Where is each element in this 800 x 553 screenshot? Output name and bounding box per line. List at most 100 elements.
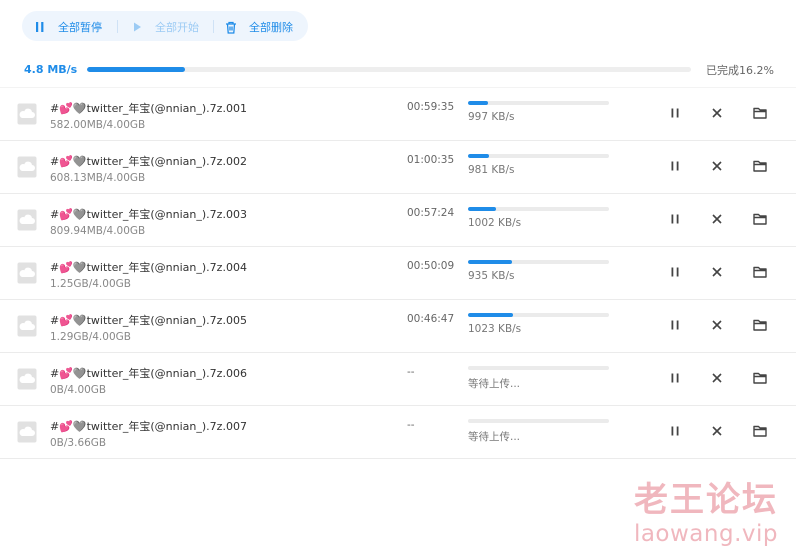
- transfer-rate: 981 KB/s: [468, 164, 515, 176]
- file-name: #💕🩶twitter_年宝(@nnian_).7z.003: [50, 208, 247, 221]
- download-row[interactable]: #💕🩶twitter_年宝(@nnian_).7z.003 809.94MB/4.…: [0, 194, 796, 247]
- cloud-file-icon: [17, 156, 37, 178]
- cancel-button[interactable]: [708, 157, 726, 175]
- folder-icon: [753, 319, 767, 331]
- cancel-button[interactable]: [708, 263, 726, 281]
- file-name: #💕🩶twitter_年宝(@nnian_).7z.007: [50, 420, 247, 433]
- download-row[interactable]: #💕🩶twitter_年宝(@nnian_).7z.005 1.29GB/4.00…: [0, 300, 796, 353]
- pause-button[interactable]: [666, 369, 684, 387]
- cancel-button[interactable]: [708, 316, 726, 334]
- close-icon: [712, 373, 722, 383]
- transfer-rate: 等待上传...: [468, 378, 521, 390]
- pause-all-button[interactable]: 全部暂停: [35, 19, 102, 35]
- pause-button[interactable]: [666, 157, 684, 175]
- cloud-file-icon: [17, 315, 37, 337]
- file-name: #💕🩶twitter_年宝(@nnian_).7z.001: [50, 102, 247, 115]
- open-folder-button[interactable]: [751, 157, 769, 175]
- open-folder-button[interactable]: [751, 104, 769, 122]
- file-size: 0B/3.66GB: [50, 437, 107, 449]
- cloud-file-icon: [17, 103, 37, 125]
- start-all-button[interactable]: 全部开始: [132, 19, 199, 35]
- delete-all-label: 全部删除: [249, 21, 293, 34]
- row-progress-fill: [468, 154, 490, 158]
- pause-icon: [671, 426, 679, 436]
- file-size: 1.25GB/4.00GB: [50, 278, 131, 290]
- delete-all-button[interactable]: 全部删除: [225, 19, 293, 35]
- watermark: 老王论坛 laowang.vip: [634, 472, 778, 547]
- total-progress-bar: [87, 67, 691, 72]
- pause-icon: [671, 108, 679, 118]
- close-icon: [712, 320, 722, 330]
- pause-button[interactable]: [666, 263, 684, 281]
- trash-icon: [226, 21, 236, 34]
- pause-button[interactable]: [666, 316, 684, 334]
- file-size: 608.13MB/4.00GB: [50, 172, 146, 184]
- open-folder-button[interactable]: [751, 210, 769, 228]
- toolbar-divider: [117, 20, 118, 33]
- file-name: #💕🩶twitter_年宝(@nnian_).7z.004: [50, 261, 247, 274]
- download-row[interactable]: #💕🩶twitter_年宝(@nnian_).7z.004 1.25GB/4.00…: [0, 247, 796, 300]
- file-size: 0B/4.00GB: [50, 384, 107, 396]
- row-progress-fill: [468, 101, 488, 105]
- cancel-button[interactable]: [708, 422, 726, 440]
- transfer-rate: 1002 KB/s: [468, 217, 522, 229]
- close-icon: [712, 214, 722, 224]
- folder-icon: [753, 425, 767, 437]
- download-list: #💕🩶twitter_年宝(@nnian_).7z.001 582.00MB/4.…: [0, 87, 796, 459]
- time-remaining: 00:59:35: [407, 101, 455, 113]
- cloud-file-icon: [17, 262, 37, 284]
- time-remaining: 00:46:47: [407, 313, 455, 325]
- time-remaining: 01:00:35: [407, 154, 455, 166]
- cloud-file-icon: [17, 209, 37, 231]
- file-size: 809.94MB/4.00GB: [50, 225, 146, 237]
- total-status: 已完成16.2%: [706, 64, 774, 77]
- total-progress-fill: [87, 67, 185, 72]
- transfer-rate: 997 KB/s: [468, 111, 515, 123]
- row-progress-bar: [468, 101, 609, 105]
- open-folder-button[interactable]: [751, 369, 769, 387]
- cancel-button[interactable]: [708, 210, 726, 228]
- transfer-rate: 935 KB/s: [468, 270, 515, 282]
- close-icon: [712, 108, 722, 118]
- row-progress-bar: [468, 366, 609, 370]
- row-progress-bar: [468, 419, 609, 423]
- pause-button[interactable]: [666, 104, 684, 122]
- open-folder-button[interactable]: [751, 422, 769, 440]
- file-size: 582.00MB/4.00GB: [50, 119, 146, 131]
- pause-icon: [36, 22, 44, 32]
- pause-button[interactable]: [666, 422, 684, 440]
- open-folder-button[interactable]: [751, 316, 769, 334]
- pause-icon: [671, 267, 679, 277]
- close-icon: [712, 267, 722, 277]
- total-speed: 4.8 MB/s: [24, 63, 78, 76]
- cancel-button[interactable]: [708, 104, 726, 122]
- pause-icon: [671, 320, 679, 330]
- transfer-rate: 1023 KB/s: [468, 323, 522, 335]
- download-row[interactable]: #💕🩶twitter_年宝(@nnian_).7z.006 0B/4.00GB --…: [0, 353, 796, 406]
- row-progress-bar: [468, 260, 609, 264]
- row-progress-fill: [468, 313, 514, 317]
- open-folder-button[interactable]: [751, 263, 769, 281]
- cancel-button[interactable]: [708, 369, 726, 387]
- time-remaining: --: [407, 419, 415, 431]
- pause-icon: [671, 373, 679, 383]
- toolbar: 全部暂停 全部开始 全部删除: [22, 11, 308, 41]
- folder-icon: [753, 372, 767, 384]
- cloud-file-icon: [17, 421, 37, 443]
- close-icon: [712, 426, 722, 436]
- folder-icon: [753, 266, 767, 278]
- download-row[interactable]: #💕🩶twitter_年宝(@nnian_).7z.001 582.00MB/4.…: [0, 87, 796, 141]
- pause-button[interactable]: [666, 210, 684, 228]
- time-remaining: --: [407, 366, 415, 378]
- watermark-url: laowang.vip: [633, 521, 778, 547]
- pause-icon: [671, 161, 679, 171]
- download-row[interactable]: #💕🩶twitter_年宝(@nnian_).7z.002 608.13MB/4.…: [0, 141, 796, 194]
- file-size: 1.29GB/4.00GB: [50, 331, 131, 343]
- download-row[interactable]: #💕🩶twitter_年宝(@nnian_).7z.007 0B/3.66GB --…: [0, 406, 796, 459]
- row-progress-bar: [468, 154, 609, 158]
- row-progress-bar: [468, 313, 609, 317]
- watermark-title: 老王论坛: [633, 480, 778, 520]
- folder-icon: [753, 213, 767, 225]
- close-icon: [712, 161, 722, 171]
- row-progress-bar: [468, 207, 609, 211]
